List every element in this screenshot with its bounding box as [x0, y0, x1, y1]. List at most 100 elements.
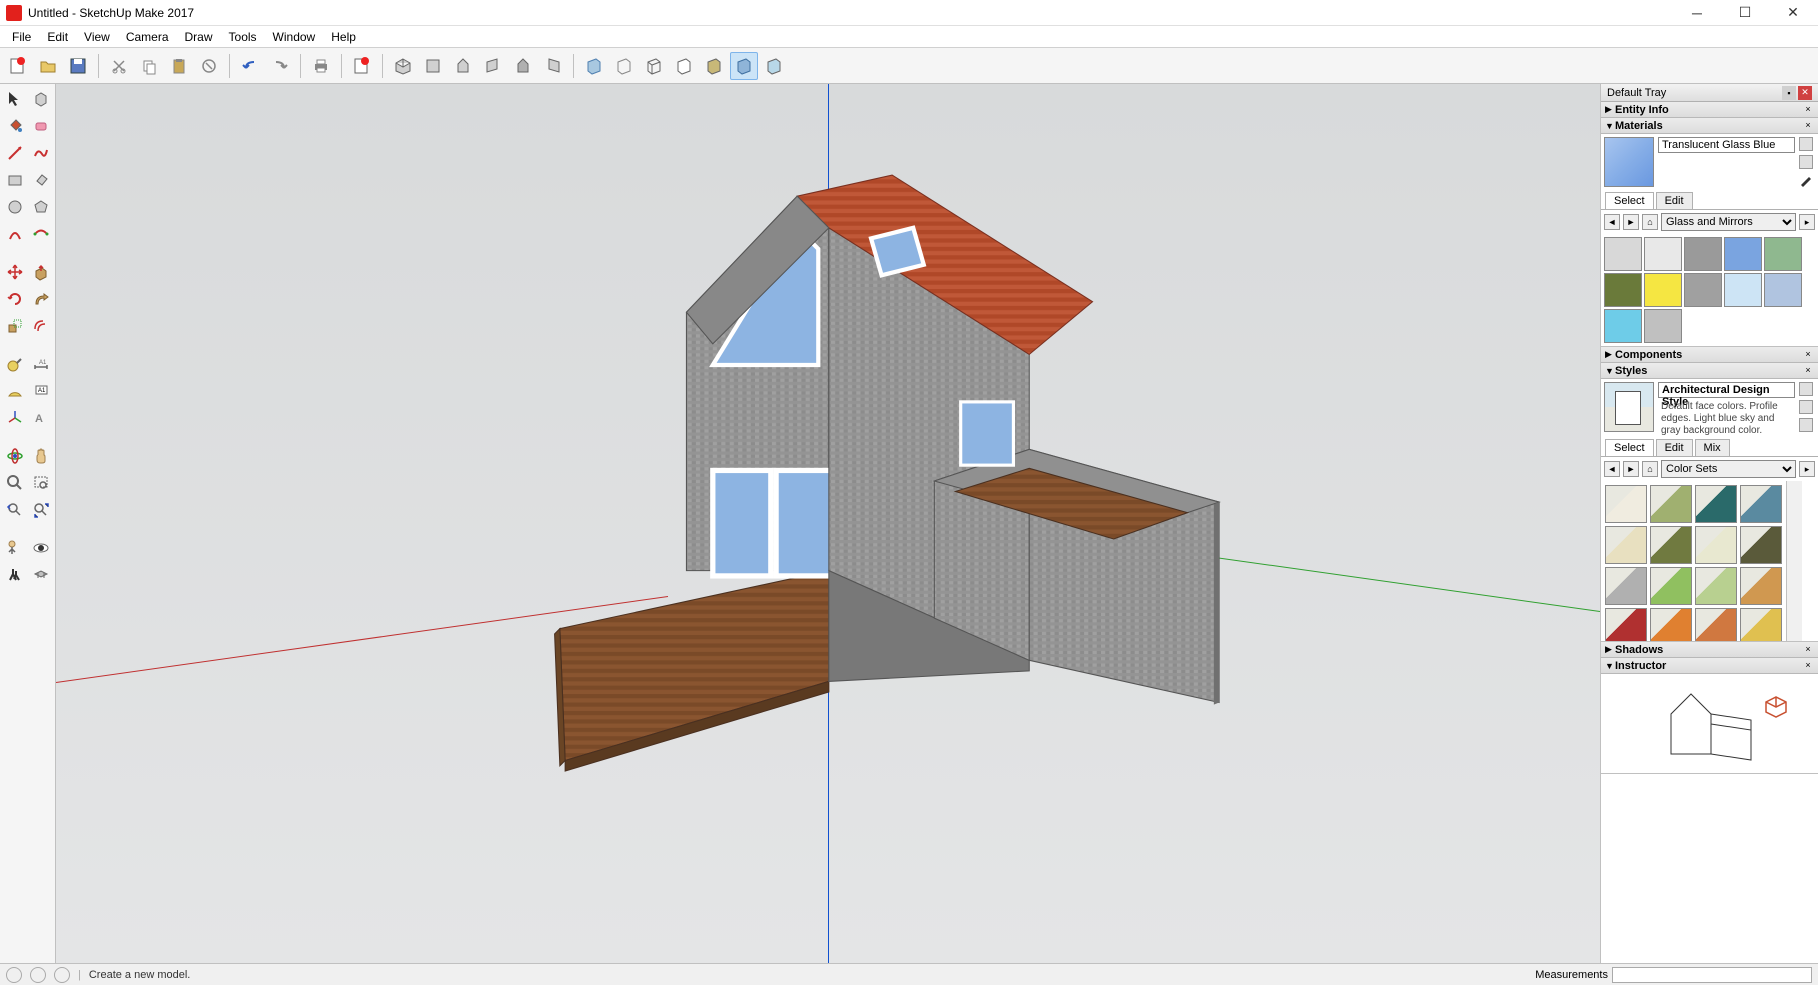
style-swatch[interactable] — [1650, 526, 1692, 564]
material-swatch[interactable] — [1724, 237, 1762, 271]
protractor-tool[interactable] — [2, 378, 27, 404]
style-swatch[interactable] — [1740, 608, 1782, 641]
viewport[interactable] — [56, 84, 1600, 963]
offset-tool[interactable] — [28, 313, 53, 339]
style-swatch[interactable] — [1740, 526, 1782, 564]
styles-tab-select[interactable]: Select — [1605, 439, 1654, 456]
panel-close-icon[interactable]: × — [1802, 660, 1814, 672]
style-swatch[interactable] — [1695, 567, 1737, 605]
polygon-tool[interactable] — [28, 194, 53, 220]
menu-edit[interactable]: Edit — [39, 28, 76, 46]
panel-close-icon[interactable]: × — [1802, 120, 1814, 132]
follow-me-tool[interactable] — [28, 286, 53, 312]
zoom-extents-tool[interactable] — [28, 497, 53, 523]
style-swatch[interactable] — [1650, 485, 1692, 523]
erase-button[interactable] — [195, 52, 223, 80]
maximize-button[interactable]: ☐ — [1730, 3, 1760, 23]
material-name-input[interactable]: Translucent Glass Blue — [1658, 137, 1795, 153]
back-view-button[interactable] — [509, 52, 537, 80]
panel-shadows[interactable]: ▶ Shadows × — [1601, 642, 1818, 658]
panel-materials[interactable]: ▼ Materials × — [1601, 118, 1818, 134]
update-style-button[interactable] — [1799, 382, 1813, 396]
redo-button[interactable] — [266, 52, 294, 80]
styles-tab-mix[interactable]: Mix — [1695, 439, 1730, 456]
menu-help[interactable]: Help — [323, 28, 364, 46]
details-button[interactable]: ▸ — [1799, 461, 1815, 477]
walk-tool[interactable] — [2, 562, 27, 588]
style-swatch[interactable] — [1650, 608, 1692, 641]
panel-components[interactable]: ▶ Components × — [1601, 347, 1818, 363]
zoom-window-tool[interactable] — [28, 470, 53, 496]
nav-back-button[interactable]: ◄ — [1604, 214, 1620, 230]
dimension-tool[interactable]: A1 — [28, 351, 53, 377]
new-button[interactable] — [4, 52, 32, 80]
style-swatch[interactable] — [1695, 608, 1737, 641]
styles-tab-edit[interactable]: Edit — [1656, 439, 1693, 456]
line-tool[interactable] — [2, 140, 27, 166]
status-icon-3[interactable] — [54, 967, 70, 983]
style-swatch[interactable] — [1605, 485, 1647, 523]
arc-tool[interactable] — [2, 221, 27, 247]
style-swatch[interactable] — [1740, 567, 1782, 605]
material-swatch[interactable] — [1604, 273, 1642, 307]
materials-tab-edit[interactable]: Edit — [1656, 192, 1693, 209]
details-button[interactable]: ▸ — [1799, 214, 1815, 230]
menu-file[interactable]: File — [4, 28, 39, 46]
style-preview[interactable] — [1604, 382, 1654, 432]
sample-paint-icon[interactable] — [1799, 173, 1813, 187]
rotated-rectangle-tool[interactable] — [28, 167, 53, 193]
3d-text-tool[interactable]: A — [28, 405, 53, 431]
material-swatch[interactable] — [1604, 309, 1642, 343]
pan-tool[interactable] — [28, 443, 53, 469]
look-around-tool[interactable] — [28, 535, 53, 561]
tray-close-button[interactable]: ✕ — [1798, 86, 1812, 100]
refresh-style-button[interactable] — [1799, 418, 1813, 432]
two-point-arc-tool[interactable] — [28, 221, 53, 247]
material-library-select[interactable]: Glass and Mirrors — [1661, 213, 1796, 231]
style-swatch[interactable] — [1605, 608, 1647, 641]
menu-draw[interactable]: Draw — [177, 28, 221, 46]
status-icon-2[interactable] — [30, 967, 46, 983]
style-swatch[interactable] — [1650, 567, 1692, 605]
home-button[interactable]: ⌂ — [1642, 461, 1658, 477]
panel-close-icon[interactable]: × — [1802, 365, 1814, 377]
style-swatch[interactable] — [1740, 485, 1782, 523]
status-icon-1[interactable] — [6, 967, 22, 983]
material-swatch[interactable] — [1604, 237, 1642, 271]
section-plane-tool[interactable] — [28, 562, 53, 588]
tape-measure-tool[interactable] — [2, 351, 27, 377]
style-swatch[interactable] — [1695, 526, 1737, 564]
xray-button[interactable] — [580, 52, 608, 80]
panel-close-icon[interactable]: × — [1802, 349, 1814, 361]
material-swatch[interactable] — [1644, 237, 1682, 271]
menu-window[interactable]: Window — [265, 28, 324, 46]
iso-view-button[interactable] — [389, 52, 417, 80]
circle-tool[interactable] — [2, 194, 27, 220]
scale-tool[interactable] — [2, 313, 27, 339]
tray-pin-button[interactable]: ▪ — [1782, 86, 1796, 100]
material-preview[interactable] — [1604, 137, 1654, 187]
freehand-tool[interactable] — [28, 140, 53, 166]
menu-camera[interactable]: Camera — [118, 28, 177, 46]
make-component-tool[interactable] — [28, 86, 53, 112]
tray-header[interactable]: Default Tray ▪ ✕ — [1601, 84, 1818, 102]
nav-forward-button[interactable]: ► — [1623, 214, 1639, 230]
style-swatch[interactable] — [1605, 526, 1647, 564]
text-tool[interactable]: A1 — [28, 378, 53, 404]
style-swatch[interactable] — [1605, 567, 1647, 605]
right-view-button[interactable] — [479, 52, 507, 80]
material-swatch[interactable] — [1684, 273, 1722, 307]
backedges-button[interactable] — [610, 52, 638, 80]
undo-button[interactable] — [236, 52, 264, 80]
top-view-button[interactable] — [419, 52, 447, 80]
rectangle-tool[interactable] — [2, 167, 27, 193]
panel-instructor[interactable]: ▼ Instructor × — [1601, 658, 1818, 674]
select-tool[interactable] — [2, 86, 27, 112]
axes-tool[interactable] — [2, 405, 27, 431]
panel-styles[interactable]: ▼ Styles × — [1601, 363, 1818, 379]
panel-entity-info[interactable]: ▶ Entity Info × — [1601, 102, 1818, 118]
material-swatch[interactable] — [1764, 273, 1802, 307]
move-tool[interactable] — [2, 259, 27, 285]
orbit-tool[interactable] — [2, 443, 27, 469]
zoom-tool[interactable] — [2, 470, 27, 496]
